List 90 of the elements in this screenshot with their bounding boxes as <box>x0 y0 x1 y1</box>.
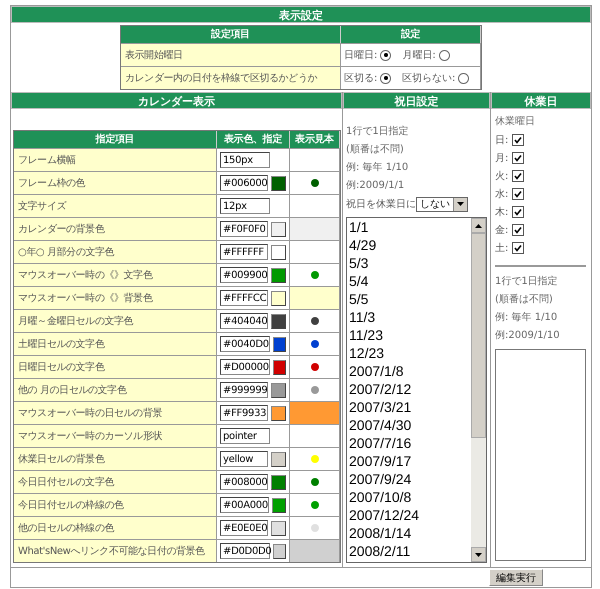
setting-label: What'sNewへリンク不可能な日付の背景色 <box>14 539 217 562</box>
column-header: 指定項目 <box>14 131 217 148</box>
date-entry: 5/3 <box>349 254 370 272</box>
column-header: 設定 <box>341 26 481 43</box>
column-header: 設定項目 <box>121 26 341 43</box>
weekday-label: 火: <box>495 170 508 183</box>
setting-label: 日曜日セルの文字色 <box>14 355 217 378</box>
setting-label: 文字サイズ <box>14 194 217 217</box>
hint-text: 例: 毎年 1/10 <box>495 311 558 325</box>
select-label: 祝日を休業日に <box>346 198 416 211</box>
hint-text: 例:2009/1/10 <box>495 329 561 343</box>
value-field[interactable]: #404040 <box>220 313 268 329</box>
setting-label: フレーム枠の色 <box>14 171 217 194</box>
setting-label: 月曜～金曜日セルの文字色 <box>14 309 217 332</box>
value-field[interactable]: #FFFFFF <box>220 244 268 260</box>
date-entry: 1/1 <box>349 218 370 236</box>
hint-text: 例:2009/1/1 <box>346 179 406 193</box>
date-entry: 2007/3/21 <box>349 398 412 416</box>
date-entry: 12/23 <box>349 344 386 362</box>
date-entry: 2007/9/24 <box>349 470 412 488</box>
value-field[interactable]: #D00000 <box>220 359 270 375</box>
setting-label: マウスオーバー時の日セルの背景 <box>14 401 217 424</box>
setting-label: 休業日セルの背景色 <box>14 447 217 470</box>
setting-label: カレンダー内の日付を枠線で区切るかどうか <box>121 66 341 89</box>
value-field[interactable]: #FFFFCC <box>220 290 268 306</box>
date-entry: 11/3 <box>349 308 376 326</box>
holiday-select[interactable]: しない <box>416 196 468 212</box>
date-entry: 2007/9/17 <box>349 452 412 470</box>
date-entry: 2007/12/24 <box>349 506 420 524</box>
hint-text: (順番は不問) <box>495 292 554 307</box>
value-field[interactable]: #E0E0E0 <box>220 520 268 536</box>
setting-label: マウスオーバー時の《》文字色 <box>14 263 217 286</box>
setting-label: 他の 月の日セルの文字色 <box>14 378 217 401</box>
setting-label: 他の日セルの枠線の色 <box>14 516 217 539</box>
section-header: カレンダー表示 <box>11 92 342 109</box>
value-field[interactable]: #009900 <box>220 267 268 283</box>
option-label: 月曜日: <box>402 49 436 62</box>
date-entry: 2007/4/30 <box>349 416 412 434</box>
option-label: 区切らない: <box>402 72 456 85</box>
setting-label: 土曜日セルの文字色 <box>14 332 217 355</box>
weekday-label: 土: <box>495 242 508 255</box>
column-header: 表示見本 <box>290 131 340 148</box>
option-label: 日曜日: <box>344 49 378 62</box>
column-header: 表示色、指定 <box>217 131 290 148</box>
hint-text: 1行で1日指定 <box>346 124 410 139</box>
date-entry: 11/23 <box>349 326 384 344</box>
setting-label: カレンダーの背景色 <box>14 217 217 240</box>
date-entry: 2007/1/8 <box>349 362 404 380</box>
section-header: 祝日設定 <box>343 92 490 109</box>
section-header: 休業日 <box>491 92 591 109</box>
setting-label: マウスオーバー時のカーソル形状 <box>14 424 217 447</box>
holiday-list-field[interactable]: 1/1 4/29 5/3 5/4 5/5 11/3 11/23 12/23 2007/1/8 2007/2/12 2007/3/21 2007/4/30 2007/7/16 2007/9/17 2007/9/24 2007/10/8 2007/12/24 2008/1/14 2008/2/11 <box>346 217 487 563</box>
setting-label: 今日日付セルの文字色 <box>14 470 217 493</box>
submit-button[interactable]: 編集実行 <box>489 569 543 586</box>
value-field[interactable]: #008000 <box>220 474 268 490</box>
hint-text: 1行で1日指定 <box>495 274 559 289</box>
value-field[interactable]: #D0D0D0 <box>220 543 270 559</box>
setting-label: ○年○ 月部分の文字色 <box>14 240 217 263</box>
weekday-label: 木: <box>495 206 508 219</box>
weekday-label: 月: <box>495 152 508 165</box>
value-field[interactable]: 12px <box>220 198 270 214</box>
hint-text: (順番は不問) <box>346 142 405 157</box>
date-entry: 2007/2/12 <box>349 380 412 398</box>
weekday-label: 日: <box>495 134 508 147</box>
weekday-heading: 休業曜日 <box>495 114 536 129</box>
value-field[interactable]: #0040D0 <box>220 336 270 352</box>
value-field[interactable]: #FF9933 <box>220 405 268 421</box>
setting-label: フレーム横幅 <box>14 148 217 171</box>
hint-text: 例: 毎年 1/10 <box>346 161 410 175</box>
value-field[interactable]: #F0F0F0 <box>220 221 268 237</box>
date-entry: 2007/10/8 <box>349 488 412 506</box>
value-field[interactable]: #00A000 <box>220 497 269 513</box>
value-field[interactable]: yellow <box>220 451 268 467</box>
page-title: 表示設定 <box>11 6 591 23</box>
value-field[interactable]: 150px <box>220 152 270 168</box>
date-entry: 2007/7/16 <box>349 434 412 452</box>
value-field[interactable]: pointer <box>220 428 270 444</box>
value-field[interactable]: #006000 <box>220 175 268 191</box>
date-entry: 2008/1/14 <box>349 524 412 542</box>
weekday-label: 金: <box>495 224 508 237</box>
setting-label: マウスオーバー時の《》背景色 <box>14 286 217 309</box>
date-entry: 5/5 <box>349 290 370 308</box>
date-entry: 5/4 <box>349 272 370 290</box>
value-field[interactable]: #999999 <box>220 382 268 398</box>
weekday-label: 水: <box>495 188 508 201</box>
date-entry: 2008/2/11 <box>349 542 412 560</box>
setting-label: 今日日付セルの枠線の色 <box>14 493 217 516</box>
setting-label: 表示開始曜日 <box>121 43 341 66</box>
option-label: 区切る: <box>344 72 378 85</box>
date-entry: 4/29 <box>349 236 378 254</box>
